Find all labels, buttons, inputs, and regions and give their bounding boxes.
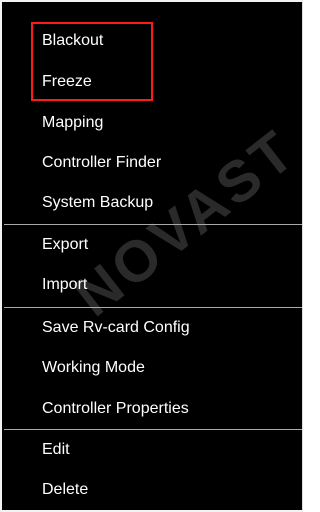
menu-item-working-mode[interactable]: Working Mode [2, 351, 302, 385]
menu-item-blackout[interactable]: Blackout [2, 24, 302, 58]
menu-item-save-rv-card-config[interactable]: Save Rv-card Config [2, 311, 302, 345]
menu-separator [4, 224, 302, 225]
menu-item-export[interactable]: Export [2, 228, 302, 262]
menu-item-delete[interactable]: Delete [2, 473, 302, 507]
menu-item-controller-properties[interactable]: Controller Properties [2, 392, 302, 426]
menu-item-system-backup[interactable]: System Backup [2, 186, 302, 220]
menu-item-freeze[interactable]: Freeze [2, 65, 302, 99]
context-menu: NOVAST Blackout Freeze Mapping Controlle… [0, 0, 303, 512]
menu-item-edit[interactable]: Edit [2, 433, 302, 467]
menu-separator [4, 429, 302, 430]
menu-item-import[interactable]: Import [2, 268, 302, 302]
menu-item-controller-finder[interactable]: Controller Finder [2, 146, 302, 180]
menu-separator [4, 307, 302, 308]
menu-item-mapping[interactable]: Mapping [2, 106, 302, 140]
